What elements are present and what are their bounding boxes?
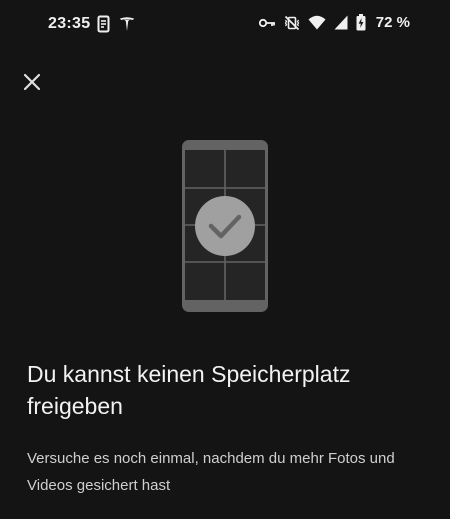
phone-clipboard-icon	[97, 15, 111, 33]
phone-check-illustration	[180, 138, 270, 314]
status-time: 23:35	[48, 15, 91, 32]
battery-percent: 72 %	[375, 14, 410, 31]
status-bar: 23:35 72 %	[0, 0, 450, 50]
close-button[interactable]	[18, 68, 46, 96]
vibrate-mute-icon	[284, 15, 300, 31]
vpn-key-icon	[258, 16, 276, 30]
page-title: Du kannst keinen Speicherplatz freigeben	[27, 361, 351, 419]
wifi-icon	[308, 15, 326, 30]
tesla-icon	[119, 16, 135, 32]
status-right-icons: 72 %	[258, 14, 410, 31]
battery-charging-icon	[356, 14, 366, 31]
status-left-icons	[97, 15, 135, 33]
cell-signal-icon	[334, 15, 348, 30]
close-icon	[18, 68, 46, 96]
message-body: Versuche es noch einmal, nachdem du mehr…	[27, 450, 395, 494]
